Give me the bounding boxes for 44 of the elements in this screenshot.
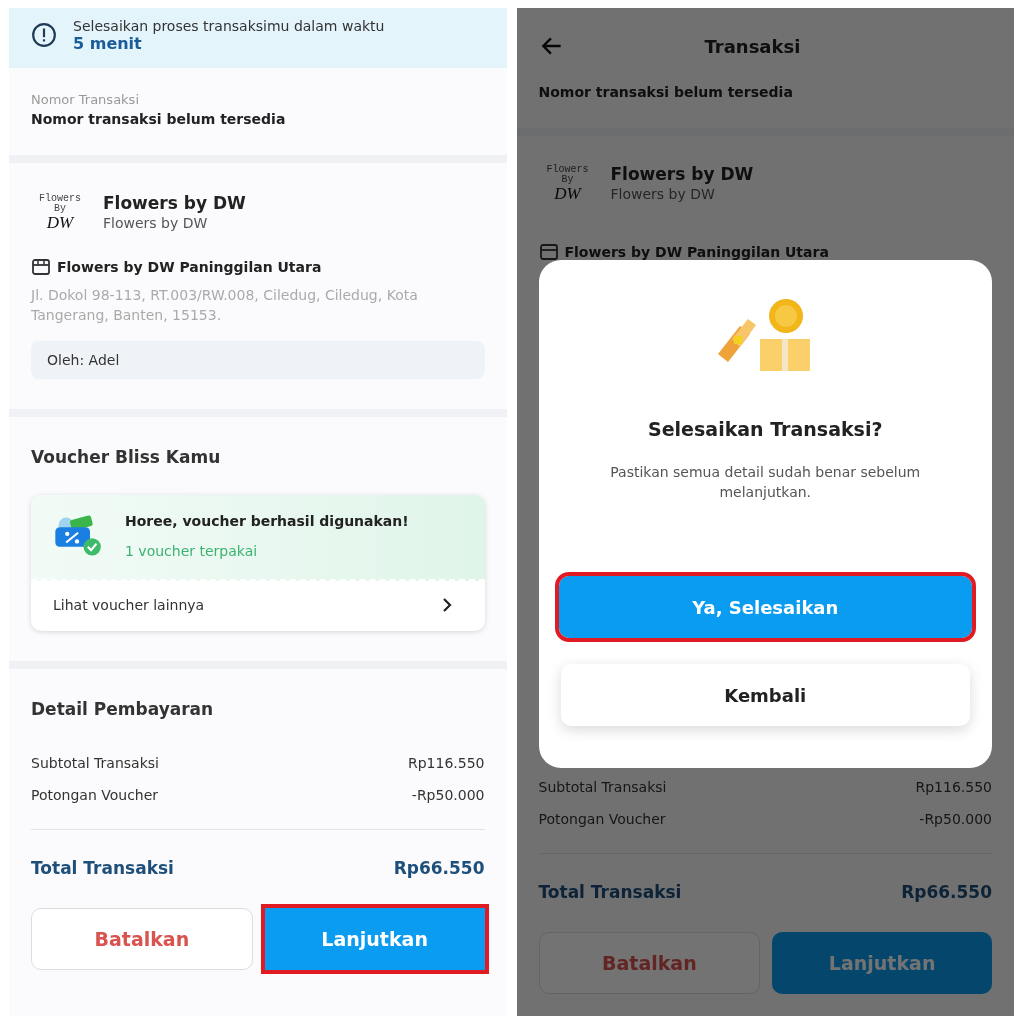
total-value: Rp66.550 — [901, 882, 992, 902]
merchant-subtitle: Flowers by DW — [610, 186, 716, 202]
voucher-link[interactable]: Lihat voucher lainnya — [53, 597, 205, 613]
timer-message: Selesaikan proses transaksimu dalam waktu — [73, 17, 385, 34]
timer-duration: 5 menit — [73, 33, 143, 53]
payment-label: Subtotal Transaksi — [31, 755, 159, 771]
cancel-button[interactable]: Batalkan — [31, 908, 253, 970]
store-icon — [538, 242, 559, 262]
payment-value: -Rp50.000 — [919, 811, 992, 827]
screen-title: Transaksi — [704, 35, 801, 57]
payment-label: Potongan Voucher — [31, 787, 159, 803]
total-label: Total Transaksi — [538, 882, 682, 902]
chevron-right-icon — [440, 597, 453, 613]
transaction-number: Nomor transaksi belum tersedia — [538, 84, 794, 100]
payment-label: Potongan Voucher — [538, 811, 666, 827]
payment-value: Rp116.550 — [408, 755, 485, 771]
store-icon — [31, 257, 51, 277]
store-name: Flowers by DW Paninggilan Utara — [57, 259, 322, 275]
back-button[interactable]: Kembali — [560, 664, 970, 726]
merchant-name: Flowers by DW — [610, 164, 754, 184]
merchant-logo: Flowers By DW — [38, 193, 82, 231]
warning-icon — [31, 22, 57, 48]
total-label: Total Transaksi — [31, 858, 174, 878]
store-name: Flowers by DW Paninggilan Utara — [564, 244, 829, 260]
dialog-title: Selesaikan Transaksi? — [648, 418, 883, 440]
merchant-logo: Flowers By DW — [545, 164, 590, 202]
cancel-button[interactable]: Batalkan — [538, 932, 761, 994]
transaction-label: Nomor Transaksi — [31, 92, 140, 107]
payment-value: Rp116.550 — [915, 779, 992, 795]
payment-label: Subtotal Transaksi — [538, 779, 667, 795]
continue-button[interactable]: Lanjutkan — [772, 932, 992, 994]
store-address: Jl. Dokol 98-113, RT.003/RW.008, Ciledug, Ciledug, Kota Tangerang, Banten, 15153. — [31, 286, 419, 325]
merchant-name: Flowers by DW — [103, 193, 246, 213]
transaction-number: Nomor transaksi belum tersedia — [31, 111, 287, 127]
payment-heading: Detail Pembayaran — [31, 699, 215, 719]
voucher-heading: Voucher Bliss Kamu — [31, 447, 222, 467]
ordered-by: Oleh: Adel — [31, 341, 485, 379]
voucher-card[interactable]: Horee, voucher berhasil digunakan! 1 voucher terpakai Lihat voucher lainnya — [31, 495, 485, 631]
payment-value: -Rp50.000 — [411, 787, 485, 803]
voucher-title: Horee, voucher berhasil digunakan! — [125, 513, 409, 529]
dialog-message: Pastikan semua detail sudah benar sebelum melanjutkan. — [609, 463, 922, 502]
total-value: Rp66.550 — [393, 858, 485, 878]
merchant-subtitle: Flowers by DW — [103, 215, 209, 231]
voucher-status: 1 voucher terpakai — [125, 543, 259, 559]
